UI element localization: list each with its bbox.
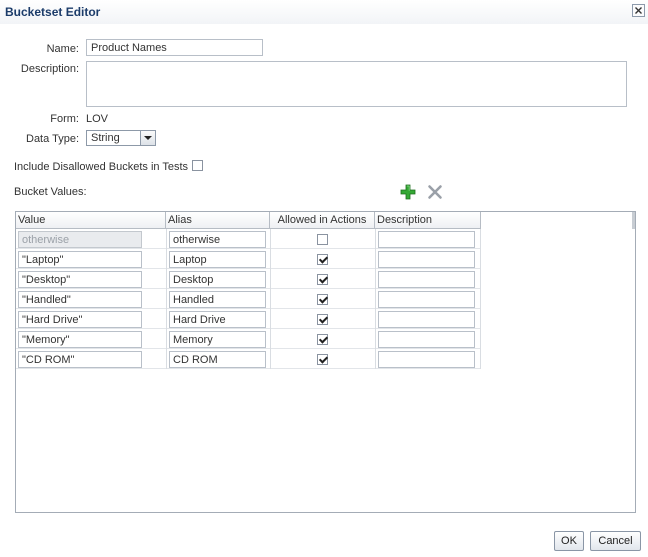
column-header-alias[interactable]: Alias [166,212,270,229]
include-disallowed-checkbox[interactable] [192,160,203,171]
alias-cell[interactable] [169,311,266,328]
table-row [16,269,481,289]
column-header-description[interactable]: Description [375,212,481,229]
alias-cell[interactable] [169,251,266,268]
table-row [16,349,481,369]
description-cell[interactable] [378,311,475,328]
column-header-value[interactable]: Value [16,212,166,229]
value-cell[interactable] [18,331,142,348]
alias-cell[interactable] [169,231,266,248]
allowed-in-actions-checkbox[interactable] [317,314,328,325]
column-header-allowed[interactable]: Allowed in Actions [270,212,375,229]
description-cell[interactable] [378,251,475,268]
allowed-in-actions-checkbox[interactable] [317,254,328,265]
form-label: Form: [50,113,79,125]
allowed-in-actions-checkbox[interactable] [317,354,328,365]
alias-cell[interactable] [169,271,266,288]
datatype-label: Data Type: [26,133,79,145]
allowed-in-actions-checkbox[interactable] [317,234,328,245]
table-row [16,249,481,269]
table-row [16,229,481,249]
delete-bucket-button[interactable] [427,184,443,200]
alias-cell[interactable] [169,331,266,348]
value-cell [18,231,142,248]
name-field[interactable] [86,39,263,56]
plus-icon [400,184,416,200]
close-icon [635,7,642,14]
include-disallowed-label: Include Disallowed Buckets in Tests [14,161,189,173]
description-label: Description: [20,63,79,75]
name-label: Name: [46,43,79,55]
add-bucket-button[interactable] [400,184,416,200]
value-cell[interactable] [18,291,142,308]
table-scrollbar[interactable] [632,212,635,229]
description-cell[interactable] [378,351,475,368]
description-cell[interactable] [378,271,475,288]
description-cell[interactable] [378,331,475,348]
table-row [16,309,481,329]
close-button[interactable] [632,4,645,17]
value-cell[interactable] [18,271,142,288]
datatype-select[interactable]: String [86,130,156,146]
dialog-titlebar: Bucketset Editor [0,0,648,24]
alias-cell[interactable] [169,291,266,308]
x-icon [428,185,442,199]
table-row [16,329,481,349]
bucket-values-label: Bucket Values: [14,186,87,198]
description-cell[interactable] [378,291,475,308]
alias-cell[interactable] [169,351,266,368]
value-cell[interactable] [18,251,142,268]
allowed-in-actions-checkbox[interactable] [317,334,328,345]
allowed-in-actions-checkbox[interactable] [317,274,328,285]
allowed-in-actions-checkbox[interactable] [317,294,328,305]
value-cell[interactable] [18,351,142,368]
value-cell[interactable] [18,311,142,328]
description-cell[interactable] [378,231,475,248]
datatype-value: String [91,132,120,144]
description-field[interactable] [86,61,627,107]
cancel-button[interactable]: Cancel [590,531,641,551]
table-row [16,289,481,309]
ok-button[interactable]: OK [554,531,584,551]
form-value: LOV [86,113,109,125]
dialog-title: Bucketset Editor [5,5,101,19]
chevron-down-icon[interactable] [140,131,155,145]
